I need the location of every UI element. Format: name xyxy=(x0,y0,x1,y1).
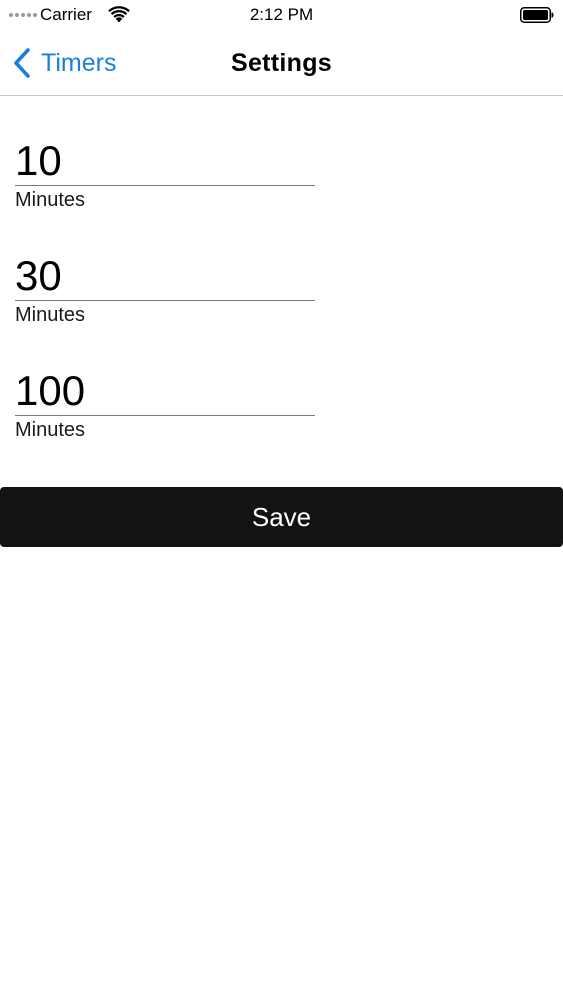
timer-1-minutes-input[interactable] xyxy=(15,136,315,186)
save-button[interactable]: Save xyxy=(0,487,563,547)
timer-field-1: Minutes xyxy=(15,136,315,212)
navigation-bar: Timers Settings xyxy=(0,32,563,96)
timer-1-unit-label: Minutes xyxy=(15,189,86,211)
battery-icon xyxy=(520,7,554,23)
timer-3-minutes-input[interactable] xyxy=(15,366,315,416)
page-title: Settings xyxy=(230,49,333,77)
timer-field-2: Minutes xyxy=(15,251,315,327)
timer-field-3: Minutes xyxy=(15,366,315,442)
status-time: 2:12 PM xyxy=(249,5,314,24)
timer-2-unit-label: Minutes xyxy=(15,304,86,326)
timer-3-unit-label: Minutes xyxy=(15,419,86,441)
timer-2-minutes-input[interactable] xyxy=(15,251,315,301)
status-bar: Carrier 2:12 PM xyxy=(0,0,563,32)
